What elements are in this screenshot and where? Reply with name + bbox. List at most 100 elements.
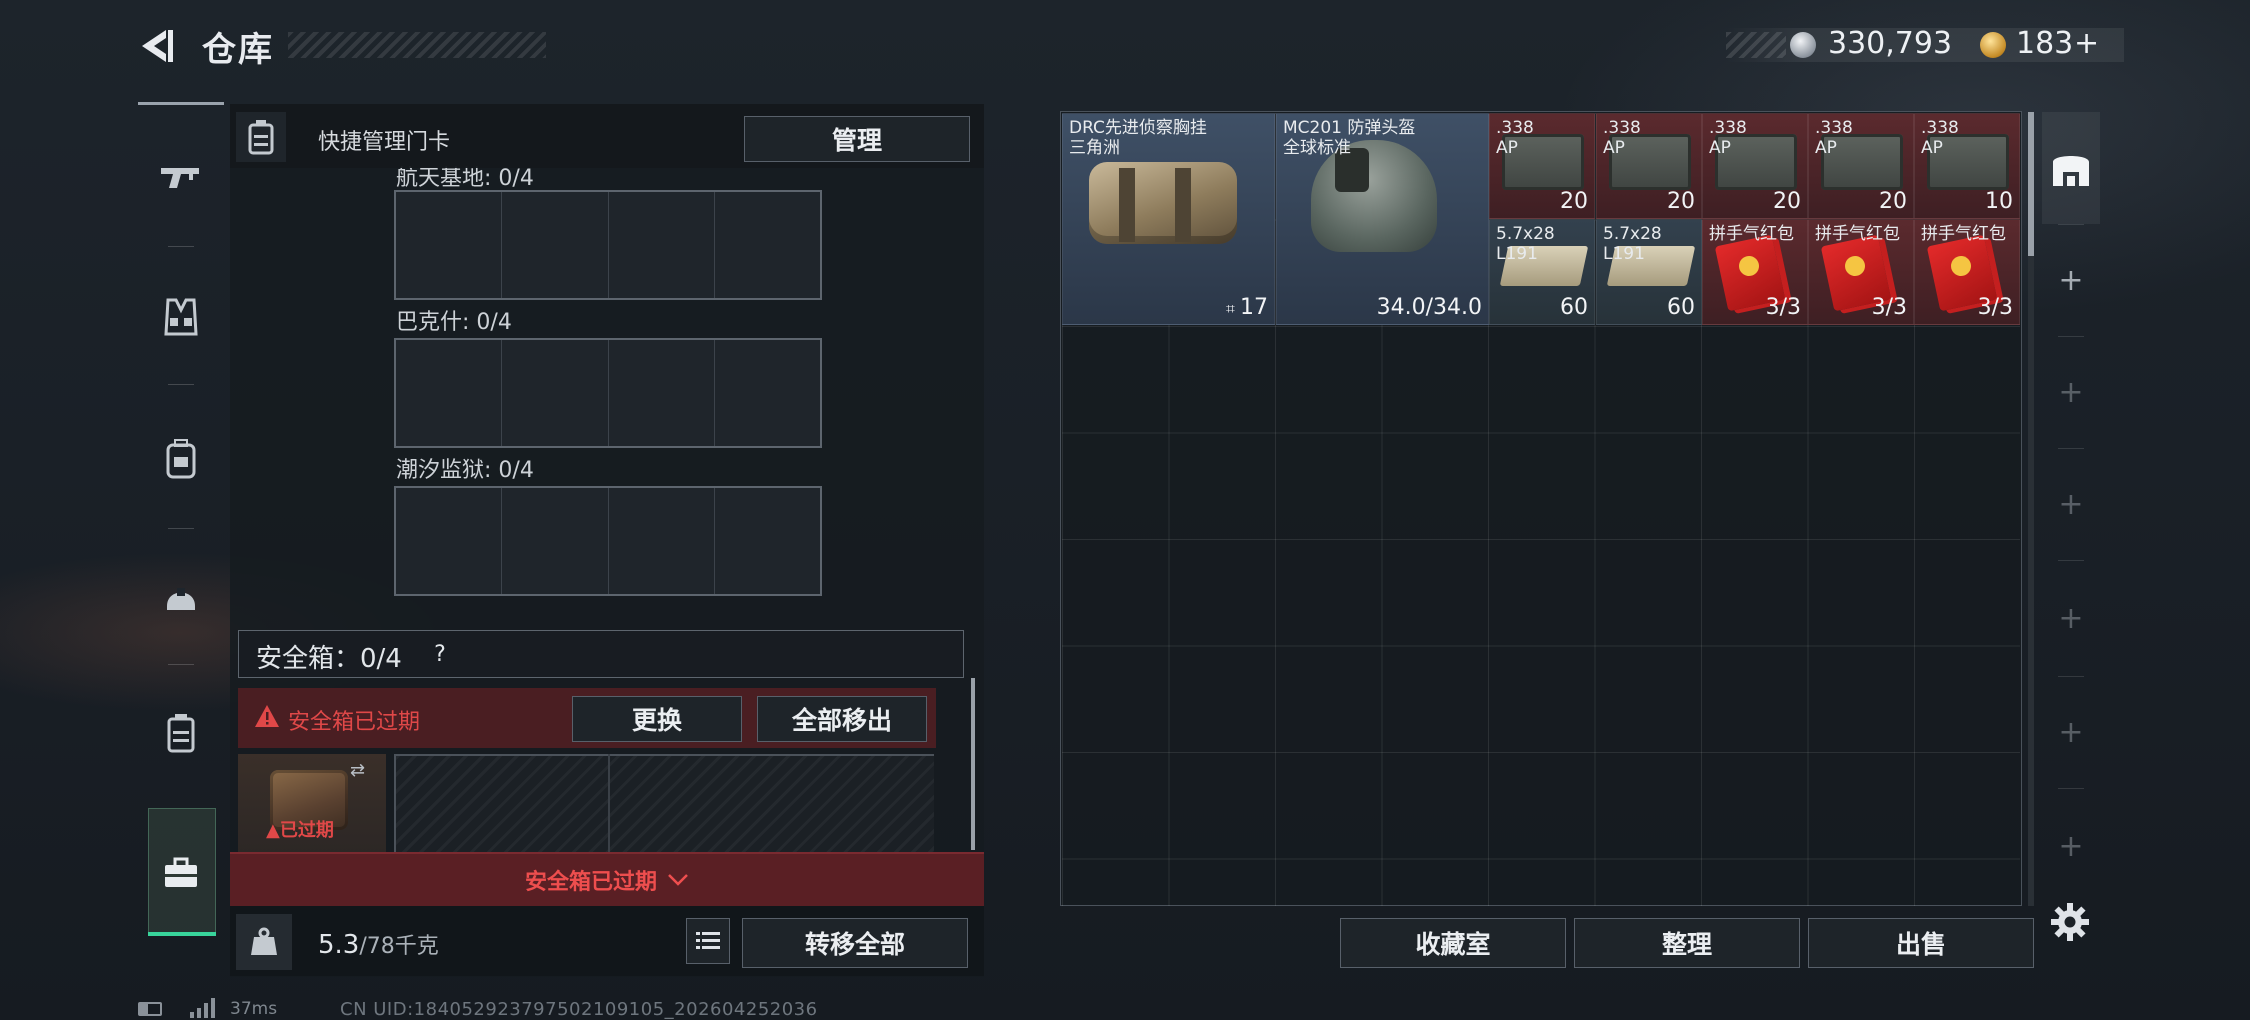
stash-item-red-envelope[interactable]: 拼手气红包 3/3 bbox=[1702, 219, 1808, 325]
vest-icon bbox=[164, 298, 198, 336]
nav-separator bbox=[168, 246, 194, 247]
keycard-slot[interactable] bbox=[715, 488, 820, 594]
item-count: 20 bbox=[1879, 189, 1907, 214]
item-count: 20 bbox=[1773, 189, 1801, 214]
transfer-all-button[interactable]: 转移全部 bbox=[742, 918, 968, 968]
item-name: .338 AP bbox=[1815, 118, 1853, 158]
item-name-line: DRC先进侦察胸挂 bbox=[1069, 118, 1207, 138]
item-name-line: 5.7x28 bbox=[1603, 224, 1662, 244]
stash-item-helmet[interactable]: MC201 防弹头盔 全球标准 34.0/34.0 bbox=[1276, 113, 1489, 325]
safe-box-title: 安全箱：0/4 bbox=[256, 644, 402, 674]
warning-icon bbox=[255, 705, 279, 727]
nav-separator bbox=[168, 664, 194, 665]
item-count: 60 bbox=[1560, 295, 1588, 320]
keycard-slot[interactable] bbox=[609, 192, 715, 298]
item-name-line: L191 bbox=[1603, 244, 1645, 264]
add-stash-page-button[interactable]: + bbox=[2042, 336, 2100, 448]
nav-active-indicator bbox=[148, 932, 216, 936]
item-name-line: 5.7x28 bbox=[1496, 224, 1555, 244]
nav-helmet[interactable] bbox=[138, 532, 224, 662]
map-label-bakush: 巴克什: 0/4 bbox=[396, 310, 512, 335]
keycard-label: 快捷管理门卡 bbox=[318, 130, 451, 155]
item-name-line: .338 bbox=[1815, 118, 1853, 138]
item-durability: 34.0/34.0 bbox=[1376, 295, 1482, 320]
stash-item-ammo-338[interactable]: .338 AP 20 bbox=[1702, 113, 1808, 219]
sell-button[interactable]: 出售 bbox=[1808, 918, 2034, 968]
move-all-out-button[interactable]: 全部移出 bbox=[757, 696, 927, 742]
keycard-slot[interactable] bbox=[502, 192, 609, 298]
stash-item-ammo-338[interactable]: .338 AP 20 bbox=[1596, 113, 1702, 219]
stash-item-ammo-57[interactable]: 5.7x28 L191 60 bbox=[1596, 219, 1702, 325]
item-name-line: .338 bbox=[1709, 118, 1747, 138]
swap-icon[interactable]: ⇄ bbox=[350, 760, 376, 786]
stash-item-ammo-338[interactable]: .338 AP 20 bbox=[1808, 113, 1914, 219]
item-name: 拼手气红包 bbox=[1709, 224, 1794, 244]
stash-item-red-envelope[interactable]: 拼手气红包 3/3 bbox=[1914, 219, 2020, 325]
keycard-slot[interactable] bbox=[396, 340, 503, 446]
stash-scroll-thumb[interactable] bbox=[2028, 112, 2034, 256]
nav-backpack[interactable] bbox=[138, 394, 224, 524]
item-name-line: AP bbox=[1921, 138, 1943, 158]
item-count: ⌗ 17 bbox=[1226, 295, 1268, 320]
chest-rig-strap bbox=[1119, 168, 1135, 242]
item-name: 5.7x28 L191 bbox=[1496, 224, 1555, 264]
item-name: 拼手气红包 bbox=[1921, 224, 2006, 244]
keycard-icon-box bbox=[236, 112, 286, 162]
item-name-line: L191 bbox=[1496, 244, 1538, 264]
manage-button[interactable]: 管理 bbox=[744, 116, 970, 162]
silver-amount: 330,793 bbox=[1828, 26, 1953, 61]
case-expired-tag: ▲已过期 bbox=[266, 816, 334, 842]
signal-icon bbox=[190, 998, 215, 1018]
keycard-slot[interactable] bbox=[502, 340, 609, 446]
stash-item-red-envelope[interactable]: 拼手气红包 3/3 bbox=[1808, 219, 1914, 325]
item-name-line: AP bbox=[1603, 138, 1625, 158]
weight-readout: 5.3/78千克 bbox=[318, 928, 439, 960]
keycard-slot[interactable] bbox=[609, 488, 715, 594]
add-stash-page-button[interactable]: + bbox=[2042, 224, 2100, 336]
add-stash-page-button[interactable]: + bbox=[2042, 790, 2100, 902]
chevron-down-icon bbox=[668, 874, 688, 886]
keycard-slot[interactable] bbox=[396, 488, 503, 594]
keycard-slot[interactable] bbox=[715, 340, 820, 446]
item-name-line: MC201 防弹头盔 bbox=[1283, 118, 1416, 138]
keycard-slot[interactable] bbox=[715, 192, 820, 298]
add-gold-button[interactable]: + bbox=[2074, 26, 2099, 61]
help-icon[interactable]: ? bbox=[424, 638, 456, 670]
weight-max: /78千克 bbox=[359, 934, 439, 959]
nav-toolbox[interactable] bbox=[138, 808, 224, 938]
stash-item-ammo-338[interactable]: .338 AP 10 bbox=[1914, 113, 2020, 219]
nav-case[interactable] bbox=[138, 668, 224, 798]
stash-item-ammo-338[interactable]: .338 AP 20 bbox=[1489, 113, 1595, 219]
item-name: 5.7x28 L191 bbox=[1603, 224, 1662, 264]
keycard-slot[interactable] bbox=[502, 488, 609, 594]
weapon-icon bbox=[161, 168, 199, 188]
keycard-grid-tidal-prison bbox=[394, 486, 822, 596]
add-stash-page-button[interactable]: + bbox=[2042, 448, 2100, 560]
stash-item-chest-rig[interactable]: DRC先进侦察胸挂 三角洲 ⌗ 17 bbox=[1062, 113, 1275, 325]
keycard-grid-space-base bbox=[394, 190, 822, 300]
list-view-button[interactable] bbox=[686, 918, 730, 964]
stash-page-1[interactable] bbox=[2042, 112, 2100, 224]
gear-icon[interactable] bbox=[2050, 902, 2090, 942]
battery-icon bbox=[138, 1002, 162, 1016]
add-stash-page-button[interactable]: + bbox=[2042, 676, 2100, 788]
safe-box-expired-banner[interactable]: 安全箱已过期 bbox=[230, 852, 984, 906]
nav-weapon[interactable] bbox=[138, 112, 224, 242]
title-decoration bbox=[288, 32, 546, 58]
organize-button[interactable]: 整理 bbox=[1574, 918, 1800, 968]
item-name-line: AP bbox=[1815, 138, 1837, 158]
keycard-slot[interactable] bbox=[609, 340, 715, 446]
nav-chest-rig[interactable] bbox=[138, 252, 224, 382]
item-name-line: .338 bbox=[1921, 118, 1959, 138]
case-icon bbox=[167, 714, 195, 753]
add-stash-page-button[interactable]: + bbox=[2042, 562, 2100, 674]
keycard-slot[interactable] bbox=[396, 192, 503, 298]
replace-button[interactable]: 更换 bbox=[572, 696, 742, 742]
left-scrollbar[interactable] bbox=[971, 678, 975, 850]
item-name: .338 AP bbox=[1603, 118, 1641, 158]
back-arrow-icon[interactable] bbox=[138, 26, 178, 66]
stash-item-ammo-57[interactable]: 5.7x28 L191 60 bbox=[1489, 219, 1595, 325]
collection-room-button[interactable]: 收藏室 bbox=[1340, 918, 1566, 968]
warning-icon: ▲ bbox=[266, 820, 280, 841]
safe-case-grid bbox=[394, 754, 934, 854]
